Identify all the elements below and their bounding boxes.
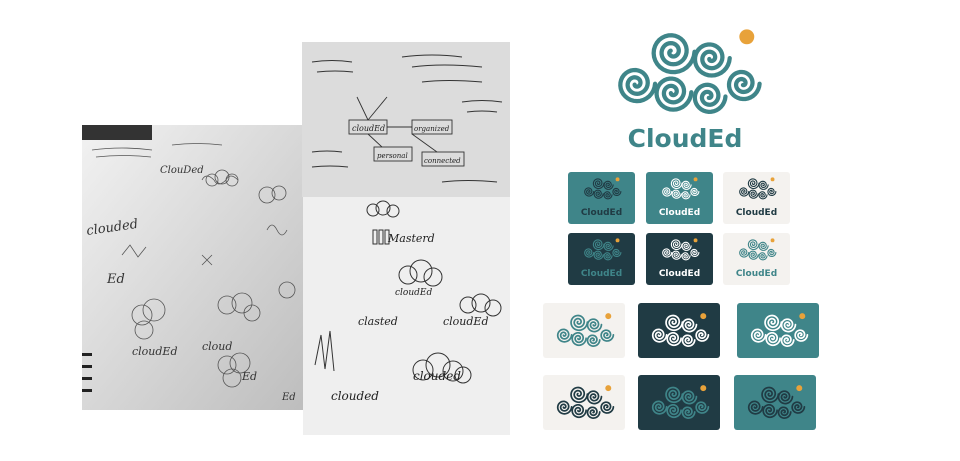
tile-wordmark: CloudEd [735, 208, 778, 218]
tile-wordmark: CloudEd [658, 208, 701, 218]
brand-wordmark: CloudEd [627, 124, 743, 153]
cloud-swirl-logo-icon [661, 177, 700, 200]
logo-variant-tile: CloudEd [646, 172, 713, 224]
logo-variant-tile [638, 375, 720, 430]
cloud-swirl-logo-icon [738, 177, 777, 200]
cloud-swirl-logo-icon [618, 29, 762, 114]
tile-wordmark: CloudEd [658, 269, 701, 279]
sketch-word: personal [377, 152, 408, 160]
sketch-word: cloudEd [132, 345, 178, 358]
sketch-word: cloudEd [352, 124, 385, 133]
sketch-word: organized [414, 125, 450, 133]
sketch-word: clasted [358, 315, 398, 328]
logo-variant-tile: CloudEd [723, 233, 790, 285]
tile-wordmark: CloudEd [580, 269, 623, 279]
sketch-word: connected [424, 157, 461, 165]
cloud-swirl-logo-icon [556, 385, 615, 420]
logo-variant-tile [734, 375, 816, 430]
sketch-photo-notebook: ClouDed clouded Ed cloudEd cloud Ed Ed [82, 125, 307, 410]
sketch-photo-page: Masterd cloudEd cloudEd clasted clouded … [303, 195, 510, 435]
cloud-swirl-logo-icon [747, 385, 806, 420]
mindmap-sketch-drawing: cloudEd organized personal connected [302, 42, 510, 197]
cloud-swirl-logo-icon [651, 385, 710, 420]
logo-variant-tile: CloudEd [646, 233, 713, 285]
cloud-swirl-logo-icon [583, 238, 622, 261]
sketch-word: Ed [281, 392, 296, 403]
cloud-swirl-logo-icon [583, 177, 622, 200]
cloud-swirl-logo-icon [556, 313, 615, 348]
cloud-swirl-logo-icon [738, 238, 777, 261]
sketch-word: cloud [202, 340, 232, 353]
logo-variant-tile [543, 303, 625, 358]
tile-wordmark: CloudEd [580, 208, 623, 218]
sketch-word: cloudEd [443, 315, 489, 328]
sketch-word: ClouDed [160, 165, 204, 176]
sketch-word: Ed [106, 272, 125, 287]
logo-variant-tile [638, 303, 720, 358]
logo-variant-tile [737, 303, 819, 358]
cloud-swirl-logo-icon [750, 313, 809, 348]
logo-variant-tile: CloudEd [723, 172, 790, 224]
logo-variant-tile: CloudEd [568, 233, 635, 285]
sketch-word: cloudEd [395, 288, 432, 298]
logo-variant-tile [543, 375, 625, 430]
sketch-word: clouded [331, 389, 379, 403]
sketch-photo-mindmap: cloudEd organized personal connected [302, 42, 510, 197]
notebook-sketch-drawing: ClouDed clouded Ed cloudEd cloud Ed Ed [82, 125, 307, 410]
page-sketch-drawing: Masterd cloudEd cloudEd clasted clouded … [303, 195, 510, 435]
cloud-swirl-logo-icon [661, 238, 700, 261]
tile-wordmark: CloudEd [735, 269, 778, 279]
sketch-word: Masterd [387, 232, 435, 245]
cloud-swirl-logo-icon [651, 313, 710, 348]
sketch-word: clouded [413, 369, 461, 383]
sketch-word: Ed [241, 370, 257, 383]
logo-variant-tile: CloudEd [568, 172, 635, 224]
